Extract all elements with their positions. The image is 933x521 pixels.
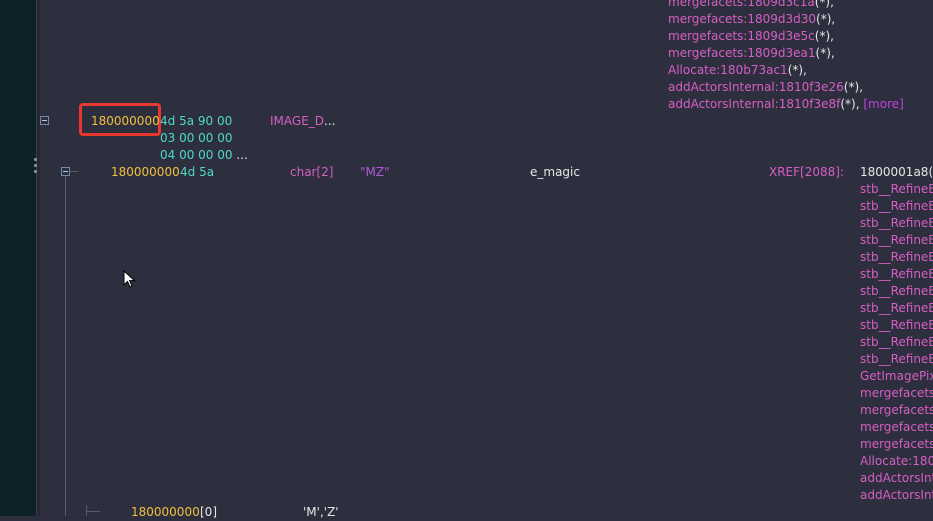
xref-item[interactable]: mergefacets: bbox=[860, 402, 933, 419]
row-bytes: 03 00 00 00 bbox=[160, 131, 233, 145]
xref-item[interactable]: stb__RefineE bbox=[860, 300, 933, 317]
drag-handle-icon[interactable] bbox=[34, 158, 38, 174]
xref-item[interactable]: mergefacets: bbox=[860, 436, 933, 453]
xref-label: XREF[2088]: bbox=[769, 165, 844, 179]
row-address[interactable]: 180000000 bbox=[91, 113, 160, 130]
xref-item[interactable]: addActorsInte bbox=[860, 470, 933, 487]
xref-item[interactable]: stb__RefineE bbox=[860, 283, 933, 300]
xref-item[interactable]: mergefacets:1809d3ea1(*), bbox=[668, 45, 904, 62]
e-magic-xref-list: 1800001a8(* stb__RefineE stb__RefineE st… bbox=[860, 164, 933, 504]
xref-item[interactable]: stb__RefineE bbox=[860, 317, 933, 334]
tree-line bbox=[86, 511, 100, 512]
element-address[interactable]: 180000000 bbox=[131, 504, 200, 521]
tree-line bbox=[65, 176, 66, 516]
mouse-cursor-icon bbox=[123, 270, 136, 288]
xref-item[interactable]: Allocate:180b bbox=[860, 453, 933, 470]
left-margin-strip bbox=[0, 0, 36, 516]
xref-item[interactable]: stb__RefineE bbox=[860, 351, 933, 368]
xref-item[interactable]: mergefacets:1809d3e5c(*), bbox=[668, 28, 904, 45]
xref-item[interactable]: stb__RefineE bbox=[860, 232, 933, 249]
collapse-toggle-icon[interactable] bbox=[61, 167, 70, 176]
xref-item[interactable]: 1800001a8(* bbox=[860, 164, 933, 181]
tree-line bbox=[70, 171, 78, 172]
xref-item[interactable]: Allocate:180b73ac1(*), bbox=[668, 62, 904, 79]
row-bytes: 4d 5a 90 00 bbox=[160, 114, 233, 128]
element-index: [0] bbox=[200, 505, 217, 519]
xref-item[interactable]: addActorsInte bbox=[860, 487, 933, 504]
xref-item[interactable]: stb__RefineE bbox=[860, 181, 933, 198]
xref-item[interactable]: stb__RefineE bbox=[860, 215, 933, 232]
field-datatype[interactable]: char[2] bbox=[290, 164, 334, 181]
collapse-toggle-icon[interactable] bbox=[40, 116, 49, 125]
xref-item[interactable]: mergefacets: bbox=[860, 419, 933, 436]
xref-item[interactable]: mergefacets: bbox=[860, 385, 933, 402]
vertical-divider[interactable] bbox=[36, 0, 40, 516]
xref-item[interactable]: stb__RefineE bbox=[860, 249, 933, 266]
xref-item[interactable]: mergefacets:1809d3d30(*), bbox=[668, 11, 904, 28]
row-bytes: 04 00 00 00 ... bbox=[160, 148, 248, 162]
xref-item[interactable]: stb__RefineE bbox=[860, 198, 933, 215]
xref-item[interactable]: GetImagePixe bbox=[860, 368, 933, 385]
xref-item[interactable]: mergefacets:1809d3c1a(*), bbox=[668, 0, 904, 11]
field-bytes: 4d 5a bbox=[180, 165, 215, 179]
row-datatype[interactable]: IMAGE_D... bbox=[270, 113, 335, 130]
more-link[interactable]: [more] bbox=[863, 97, 903, 111]
field-address[interactable]: 180000000 bbox=[111, 164, 180, 181]
xref-item[interactable]: stb__RefineE bbox=[860, 266, 933, 283]
field-name[interactable]: e_magic bbox=[530, 164, 580, 181]
xref-item[interactable]: stb__RefineE bbox=[860, 334, 933, 351]
xref-item[interactable]: addActorsInternal:1810f3e8f(*), [more] bbox=[668, 96, 904, 113]
field-value: "MZ" bbox=[360, 165, 390, 179]
previous-row-xref-list: mergefacets:1809d3c1a(*), mergefacets:18… bbox=[668, 0, 904, 113]
xref-item[interactable]: addActorsInternal:1810f3e26(*), bbox=[668, 79, 904, 96]
element-value: 'M','Z' bbox=[303, 505, 339, 519]
